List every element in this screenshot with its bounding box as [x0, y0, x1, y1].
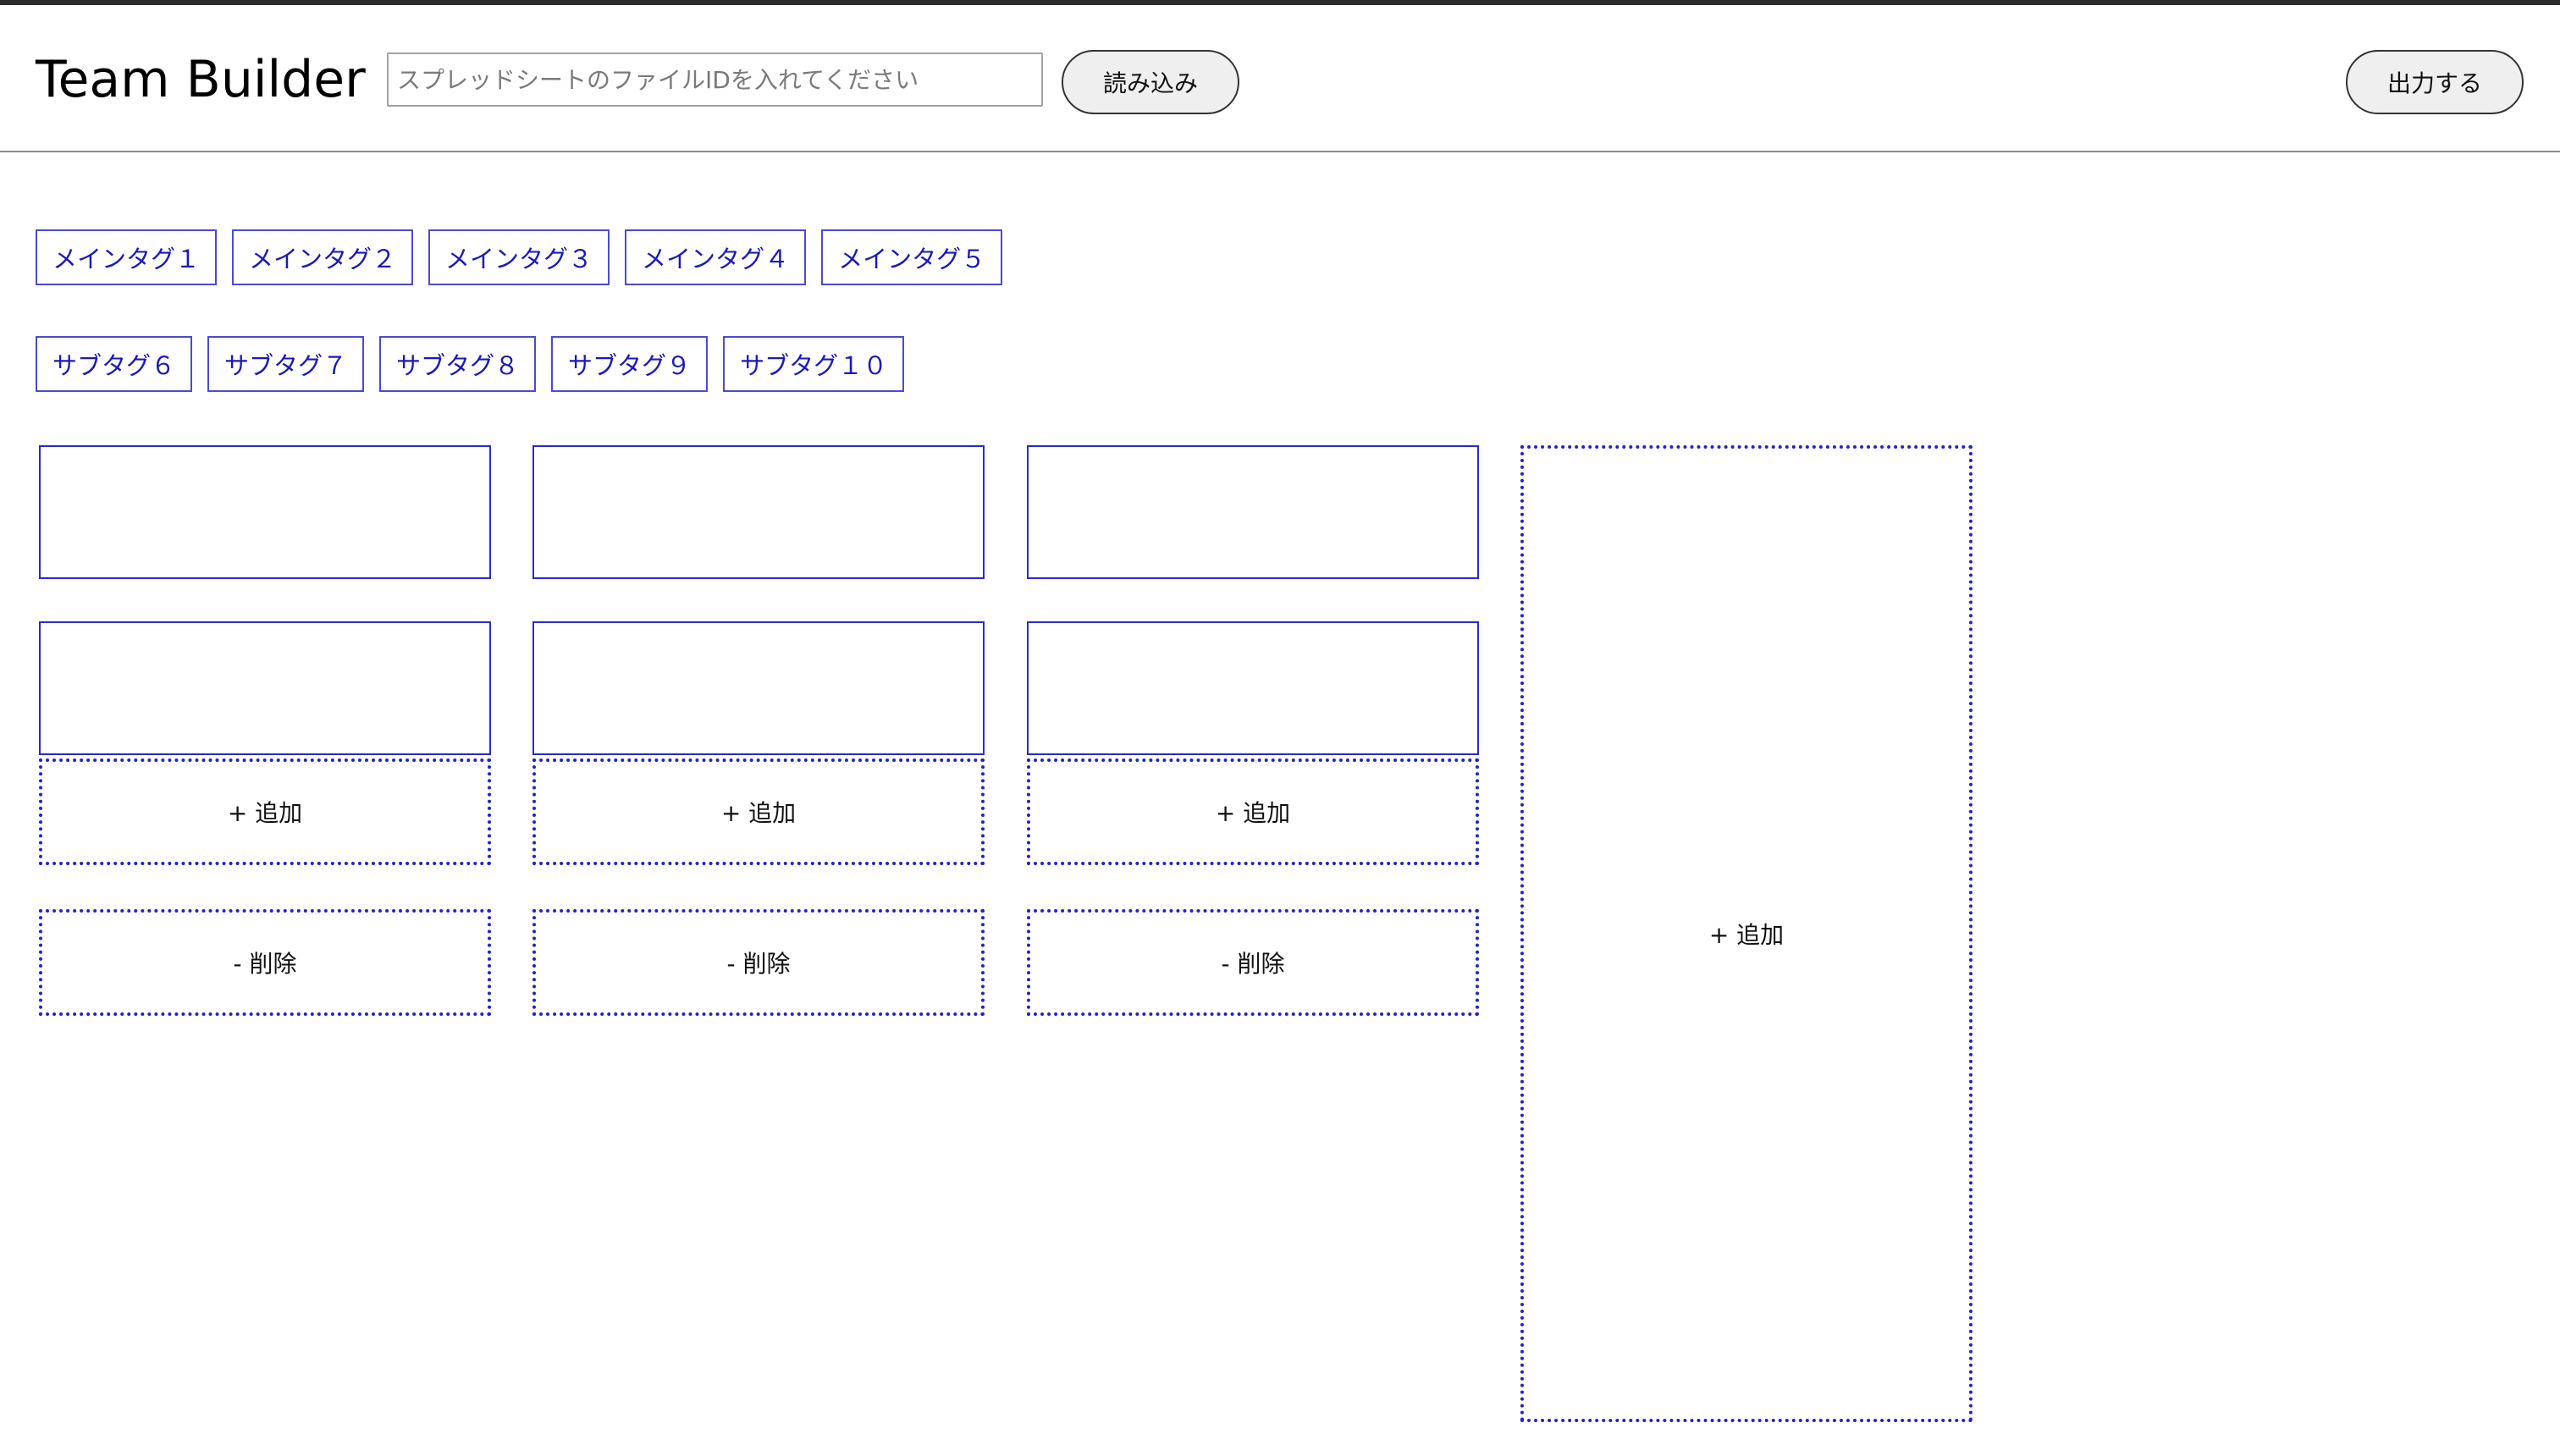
app-title: Team Builder [36, 50, 366, 109]
add-team-button[interactable]: + 追加 [1520, 445, 1972, 1422]
main-tag[interactable]: メインタグ５ [821, 229, 1003, 285]
main-tag[interactable]: メインタグ２ [232, 229, 414, 285]
member-slot[interactable] [39, 445, 491, 579]
member-slot[interactable] [532, 445, 985, 579]
member-slot[interactable] [1027, 621, 1479, 755]
add-member-button[interactable]: + 追加 [532, 758, 985, 865]
delete-member-button[interactable]: - 削除 [532, 909, 985, 1016]
member-slot[interactable] [39, 621, 491, 755]
header-bar: Team Builder 読み込み 出力する [0, 5, 2560, 152]
export-button[interactable]: 出力する [2346, 50, 2524, 114]
delete-member-button[interactable]: - 削除 [39, 909, 491, 1016]
load-button[interactable]: 読み込み [1062, 50, 1239, 114]
file-id-input[interactable] [387, 52, 1043, 107]
sub-tag-list: サブタグ６ サブタグ７ サブタグ８ サブタグ９ サブタグ１０ [36, 336, 905, 392]
sub-tag[interactable]: サブタグ７ [207, 336, 365, 392]
sub-tag[interactable]: サブタグ１０ [723, 336, 905, 392]
main-tag[interactable]: メインタグ４ [625, 229, 807, 285]
sub-tag[interactable]: サブタグ８ [379, 336, 537, 392]
sub-tag[interactable]: サブタグ６ [36, 336, 193, 392]
member-slot[interactable] [532, 621, 985, 755]
delete-member-button[interactable]: - 削除 [1027, 909, 1479, 1016]
sub-tag[interactable]: サブタグ９ [551, 336, 709, 392]
main-tag[interactable]: メインタグ１ [36, 229, 218, 285]
main-tag[interactable]: メインタグ３ [428, 229, 610, 285]
main-tag-list: メインタグ１ メインタグ２ メインタグ３ メインタグ４ メインタグ５ [36, 229, 1003, 285]
member-slot[interactable] [1027, 445, 1479, 579]
add-member-button[interactable]: + 追加 [39, 758, 491, 865]
add-member-button[interactable]: + 追加 [1027, 758, 1479, 865]
